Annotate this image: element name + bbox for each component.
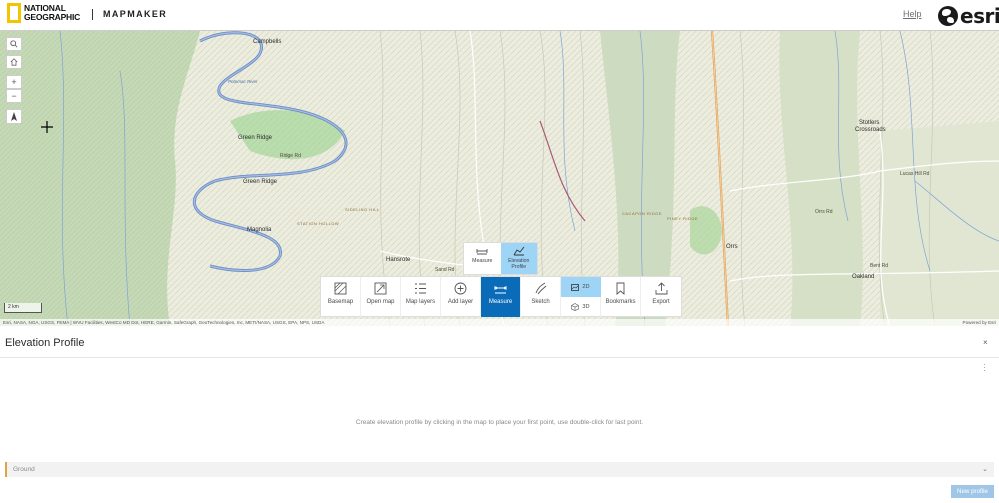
measure-distance-button[interactable]: Measure bbox=[464, 243, 501, 274]
toolbar-view-dimension: 2D 3D bbox=[560, 277, 601, 317]
toolbar-sketch-label: Sketch bbox=[531, 299, 550, 305]
more-options-icon[interactable]: · · · bbox=[983, 361, 986, 375]
header-separator bbox=[92, 9, 93, 20]
toolbar-basemap-label: Basemap bbox=[327, 299, 354, 305]
scale-bar: 2 km bbox=[4, 303, 42, 313]
toolbar-sketch[interactable]: Sketch bbox=[521, 277, 561, 317]
zoom-out-button[interactable]: − bbox=[6, 89, 22, 103]
toolbar-map-layers[interactable]: Map layers bbox=[401, 277, 441, 317]
app-header: NATIONAL GEOGRAPHIC MAPMAKER Help esri bbox=[0, 0, 999, 30]
map-toolbar: Basemap Open map Map layers Add layer Me… bbox=[320, 276, 682, 317]
toolbar-bookmarks-label: Bookmarks bbox=[605, 299, 636, 305]
river-label-potomac: Potomac River bbox=[228, 79, 258, 84]
attribution-text: Esri, NASA, NGA, USGS, FEMA | WVU Facili… bbox=[3, 320, 325, 325]
map-view[interactable]: Campbells Green Ridge Green Ridge Magnol… bbox=[0, 30, 999, 326]
toolbar-open-map-label: Open map bbox=[366, 299, 395, 305]
view-2d-button[interactable]: 2D bbox=[560, 277, 601, 297]
place-label-green-ridge-2: Green Ridge bbox=[243, 179, 278, 185]
place-label-hansrote: Hansrote bbox=[386, 257, 411, 263]
place-label-oakland: Oakland bbox=[852, 274, 875, 280]
elevation-label-2: Profile bbox=[511, 264, 527, 270]
road-label-ridge: Ridge Rd bbox=[280, 153, 301, 159]
sketch-icon bbox=[535, 282, 547, 295]
ridge-label-piney: PINEY RIDGE bbox=[667, 216, 699, 221]
ng-yellow-border-icon bbox=[7, 3, 21, 23]
ground-label: Ground bbox=[13, 466, 35, 473]
toolbar-export[interactable]: Export bbox=[641, 277, 681, 317]
compass-button[interactable] bbox=[6, 109, 22, 124]
cube-3d-icon bbox=[571, 303, 580, 311]
road-label-2: Lucas Hill Rd bbox=[900, 171, 930, 177]
ridge-label-cacapon: CACAPON RIDGE bbox=[622, 211, 663, 216]
road-label-4: Bent Rd bbox=[870, 263, 889, 269]
esri-globe-icon bbox=[938, 6, 958, 26]
place-label-crossroads: Crossroads bbox=[855, 127, 886, 133]
help-link[interactable]: Help bbox=[903, 9, 922, 19]
view-3d-label: 3D bbox=[582, 304, 590, 310]
panel-title: Elevation Profile bbox=[5, 337, 85, 349]
measure-distance-label: Measure bbox=[472, 258, 493, 264]
toolbar-bookmarks[interactable]: Bookmarks bbox=[601, 277, 641, 317]
toolbar-map-layers-label: Map layers bbox=[405, 299, 436, 305]
measure-tool-popup: Measure Elevation Profile bbox=[463, 242, 538, 275]
esri-logo[interactable]: esri bbox=[938, 4, 999, 28]
toolbar-basemap[interactable]: Basemap bbox=[321, 277, 361, 317]
place-label-green-ridge: Green Ridge bbox=[238, 135, 273, 141]
toolbar-measure-label: Measure bbox=[488, 299, 513, 305]
basemap-icon bbox=[334, 282, 347, 295]
elevation-icon bbox=[513, 246, 525, 256]
map-2d-icon bbox=[571, 283, 580, 291]
hollow-label-station: STATION HOLLOW bbox=[297, 221, 340, 226]
powered-by-esri[interactable]: Powered by Esri bbox=[963, 319, 996, 326]
compass-icon bbox=[11, 111, 17, 121]
elevation-profile-hint: Create elevation profile by clicking in … bbox=[355, 419, 644, 426]
new-profile-button[interactable]: New profile bbox=[951, 485, 994, 498]
esri-wordmark: esri bbox=[960, 4, 999, 28]
toolbar-export-label: Export bbox=[652, 299, 670, 305]
place-label-magnolia: Magnolia bbox=[247, 227, 272, 233]
map-home-button[interactable] bbox=[6, 55, 22, 69]
open-map-icon bbox=[374, 282, 387, 295]
toolbar-add-layer-label: Add layer bbox=[447, 299, 474, 305]
app-name: MAPMAKER bbox=[103, 9, 168, 19]
elevation-profile-button[interactable]: Elevation Profile bbox=[500, 243, 537, 274]
home-icon bbox=[10, 58, 18, 66]
national-geographic-logo[interactable]: NATIONAL GEOGRAPHIC bbox=[7, 3, 80, 23]
close-panel-button[interactable]: × bbox=[983, 338, 988, 347]
map-search-button[interactable] bbox=[6, 37, 22, 51]
place-label-orrs: Orrs bbox=[726, 244, 738, 250]
layers-icon bbox=[415, 283, 426, 294]
toolbar-open-map[interactable]: Open map bbox=[361, 277, 401, 317]
toolbar-measure[interactable]: Measure bbox=[481, 277, 521, 317]
toolbar-add-layer[interactable]: Add layer bbox=[441, 277, 481, 317]
place-label-stotlers: Stotlers bbox=[859, 120, 880, 126]
view-2d-label: 2D bbox=[582, 284, 590, 290]
measure-icon bbox=[494, 286, 507, 294]
ridge-label-sideling: SIDELING HILL bbox=[345, 207, 380, 212]
place-label-campbells: Campbells bbox=[253, 39, 282, 45]
ruler-icon bbox=[476, 249, 488, 255]
search-icon bbox=[10, 40, 18, 48]
chevron-down-icon: ⌄ bbox=[982, 466, 988, 473]
bookmark-icon bbox=[616, 282, 625, 295]
zoom-in-button[interactable]: + bbox=[6, 75, 22, 89]
panel-divider bbox=[0, 357, 999, 358]
export-icon bbox=[655, 282, 667, 295]
brand-line-2: GEOGRAPHIC bbox=[24, 12, 81, 22]
crosshair-cursor-icon bbox=[41, 121, 53, 133]
ground-layer-row[interactable]: Ground ⌄ bbox=[5, 462, 994, 477]
road-label-3: Sand Rd bbox=[435, 267, 455, 273]
map-attribution: Esri, NASA, NGA, USGS, FEMA | WVU Facili… bbox=[0, 319, 999, 326]
road-label-1: Orrs Rd bbox=[815, 209, 833, 215]
add-icon bbox=[454, 282, 467, 295]
view-3d-button[interactable]: 3D bbox=[561, 297, 601, 317]
